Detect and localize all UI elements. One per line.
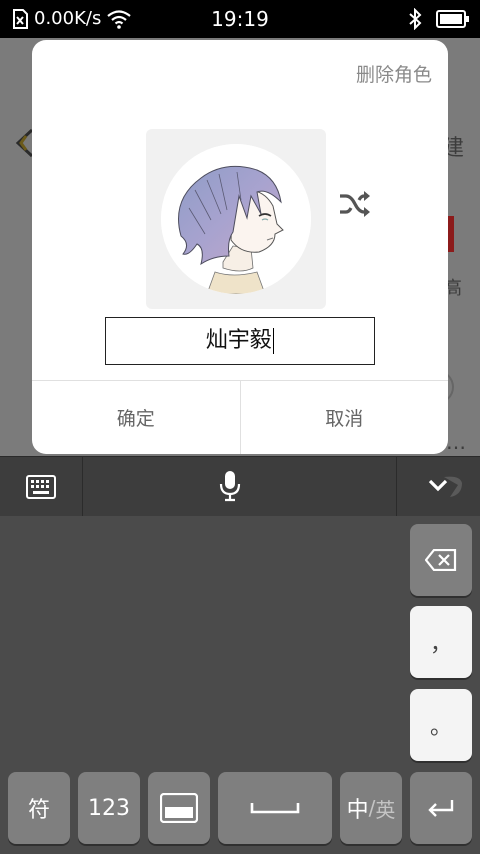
- anime-boy-avatar-illustration: [161, 144, 311, 294]
- edit-role-dialog: 删除角色 灿宇毅 确定 取消: [32, 40, 448, 454]
- lang-en-label: 英: [375, 797, 396, 822]
- space-key[interactable]: [218, 772, 332, 844]
- keyboard-toolbar: [0, 456, 480, 517]
- layout-switch-key[interactable]: [148, 772, 210, 844]
- keyboard-icon[interactable]: [26, 475, 56, 499]
- avatar: [161, 144, 311, 294]
- chevron-down-icon[interactable]: [422, 473, 466, 501]
- symbols-key[interactable]: 符: [8, 772, 70, 844]
- status-right: [408, 8, 470, 30]
- dialog-button-row: 确定 取消: [32, 380, 448, 454]
- period-key-label: 。: [429, 715, 452, 740]
- keyboard-keys-area: ， 。 符 123 中 / 英: [0, 516, 480, 854]
- backspace-icon: [425, 549, 457, 571]
- numbers-key-label: 123: [88, 795, 130, 821]
- period-key[interactable]: 。: [410, 689, 472, 761]
- enter-icon: [428, 800, 454, 817]
- language-switch-key[interactable]: 中 / 英: [340, 772, 402, 844]
- keyboard-layout-icon: [160, 793, 198, 823]
- role-name-value: 灿宇毅: [205, 328, 272, 353]
- toolbar-divider: [82, 457, 83, 517]
- space-bar-icon: [250, 803, 300, 814]
- status-bar: 0.00K/s 19:19: [0, 0, 480, 38]
- numbers-key[interactable]: 123: [78, 772, 140, 844]
- text-caret: [272, 328, 275, 354]
- shuffle-icon[interactable]: [337, 186, 373, 222]
- lang-separator: /: [368, 796, 376, 820]
- battery-icon: [436, 10, 469, 28]
- lang-zh-label: 中: [346, 798, 369, 823]
- toolbar-divider: [396, 457, 397, 517]
- bluetooth-icon: [409, 8, 422, 30]
- symbols-key-label: 符: [27, 798, 50, 823]
- confirm-button[interactable]: 确定: [32, 381, 240, 454]
- role-name-input[interactable]: 灿宇毅: [105, 317, 375, 365]
- microphone-icon[interactable]: [219, 470, 241, 502]
- background-more-dots: …: [446, 430, 468, 454]
- avatar-picker[interactable]: [146, 129, 326, 309]
- cancel-button[interactable]: 取消: [239, 381, 449, 454]
- comma-key-label: ，: [429, 632, 452, 657]
- delete-role-button[interactable]: 删除角色: [356, 60, 432, 87]
- comma-key[interactable]: ，: [410, 606, 472, 678]
- backspace-key[interactable]: [410, 524, 472, 596]
- enter-key[interactable]: [410, 772, 472, 844]
